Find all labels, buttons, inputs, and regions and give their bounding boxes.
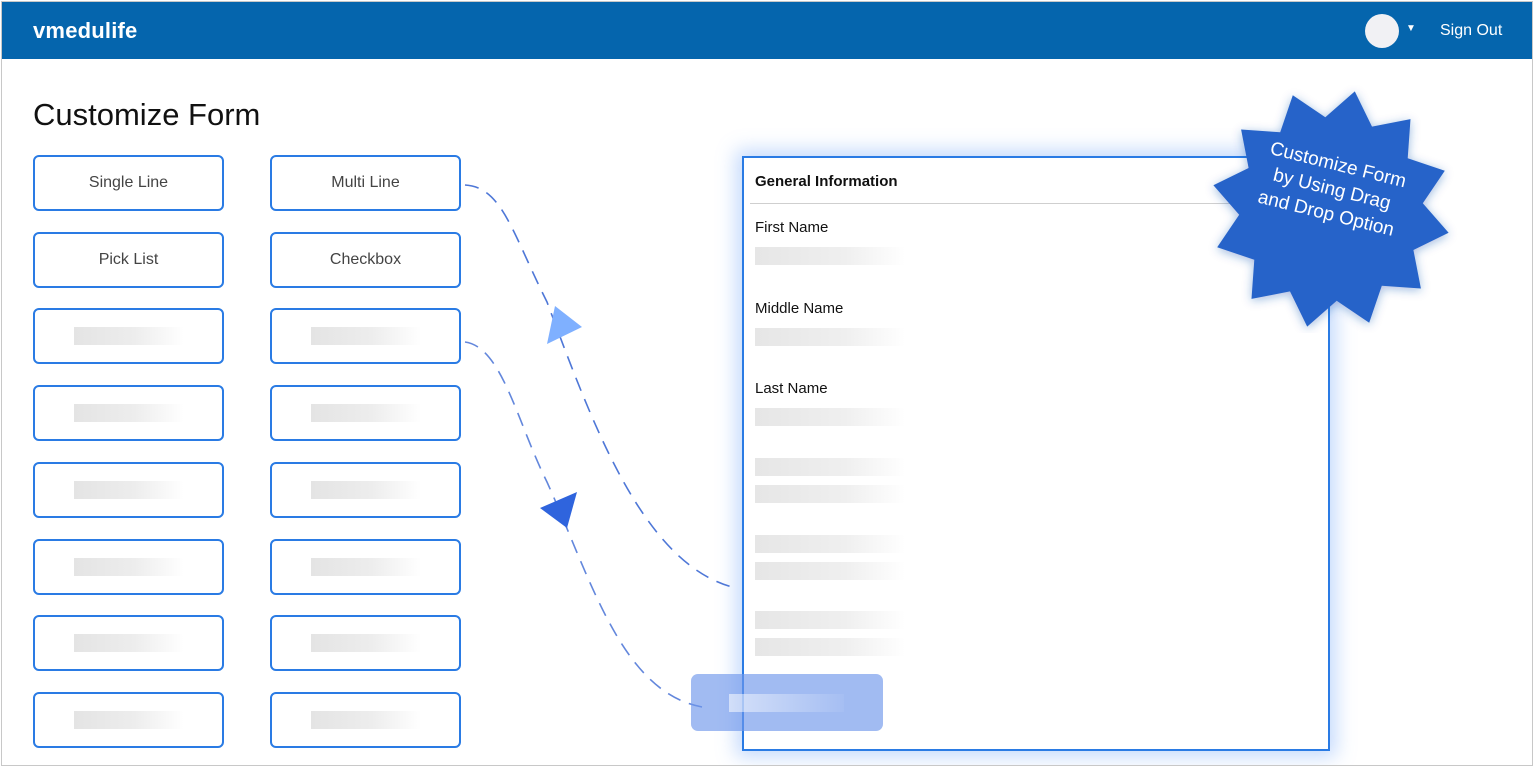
form-field-placeholder[interactable] <box>755 535 905 553</box>
form-field-label-last-name: Last Name <box>755 380 828 397</box>
user-avatar-icon[interactable] <box>1365 14 1399 48</box>
field-type-placeholder[interactable] <box>33 385 224 442</box>
placeholder-bar <box>310 634 421 653</box>
form-field-placeholder[interactable] <box>755 408 905 426</box>
placeholder-bar <box>73 327 184 346</box>
ghost-placeholder <box>729 694 844 712</box>
field-type-multi-line[interactable]: Multi Line <box>270 155 461 211</box>
placeholder-bar <box>73 404 184 423</box>
form-field-placeholder[interactable] <box>755 562 905 580</box>
field-type-label: Checkbox <box>329 250 402 268</box>
form-field-placeholder[interactable] <box>755 247 905 265</box>
field-type-placeholder[interactable] <box>270 385 461 442</box>
placeholder-bar <box>310 710 421 729</box>
placeholder-bar <box>73 634 184 653</box>
form-field-placeholder[interactable] <box>755 611 905 629</box>
field-type-placeholder[interactable] <box>270 308 461 365</box>
field-type-placeholder[interactable] <box>33 308 224 365</box>
field-type-placeholder[interactable] <box>270 615 461 672</box>
field-type-placeholder[interactable] <box>270 461 461 518</box>
top-navigation-bar: vmedulife ▼ Sign Out <box>2 2 1532 59</box>
chevron-down-icon[interactable]: ▼ <box>1406 23 1416 34</box>
field-type-label: Single Line <box>88 174 169 191</box>
placeholder-bar <box>310 327 421 346</box>
section-title: General Information <box>755 173 898 190</box>
placeholder-bar <box>310 404 421 423</box>
form-field-placeholder[interactable] <box>755 458 905 476</box>
field-type-placeholder[interactable] <box>33 691 224 748</box>
field-type-placeholder[interactable] <box>33 615 224 672</box>
brand-logo[interactable]: vmedulife <box>33 18 138 44</box>
placeholder-bar <box>73 480 184 499</box>
form-field-placeholder[interactable] <box>755 328 905 346</box>
field-type-label: Pick List <box>98 250 159 268</box>
arrowhead-icon <box>540 492 577 528</box>
app-window: vmedulife ▼ Sign Out Customize Form Sing… <box>1 1 1533 766</box>
field-type-single-line[interactable]: Single Line <box>33 155 224 211</box>
field-type-placeholder[interactable] <box>33 461 224 518</box>
placeholder-bar <box>73 557 184 576</box>
form-field-placeholder[interactable] <box>755 485 905 503</box>
form-field-label-middle-name: Middle Name <box>755 300 844 317</box>
placeholder-bar <box>310 480 421 499</box>
form-field-placeholder[interactable] <box>755 638 905 656</box>
form-field-label-first-name: First Name <box>755 219 829 236</box>
sign-out-link[interactable]: Sign Out <box>1440 22 1502 40</box>
field-type-checkbox[interactable]: Checkbox <box>270 231 461 288</box>
field-type-placeholder[interactable] <box>270 691 461 748</box>
placeholder-bar <box>73 710 184 729</box>
page-title: Customize Form <box>33 97 261 132</box>
field-type-placeholder[interactable] <box>270 538 461 595</box>
placeholder-bar <box>310 557 421 576</box>
field-type-pick-list[interactable]: Pick List <box>33 231 224 288</box>
arrowhead-icon <box>547 306 582 344</box>
dragged-field-ghost[interactable] <box>691 674 883 731</box>
field-type-placeholder[interactable] <box>33 538 224 595</box>
field-type-label: Multi Line <box>331 174 400 191</box>
